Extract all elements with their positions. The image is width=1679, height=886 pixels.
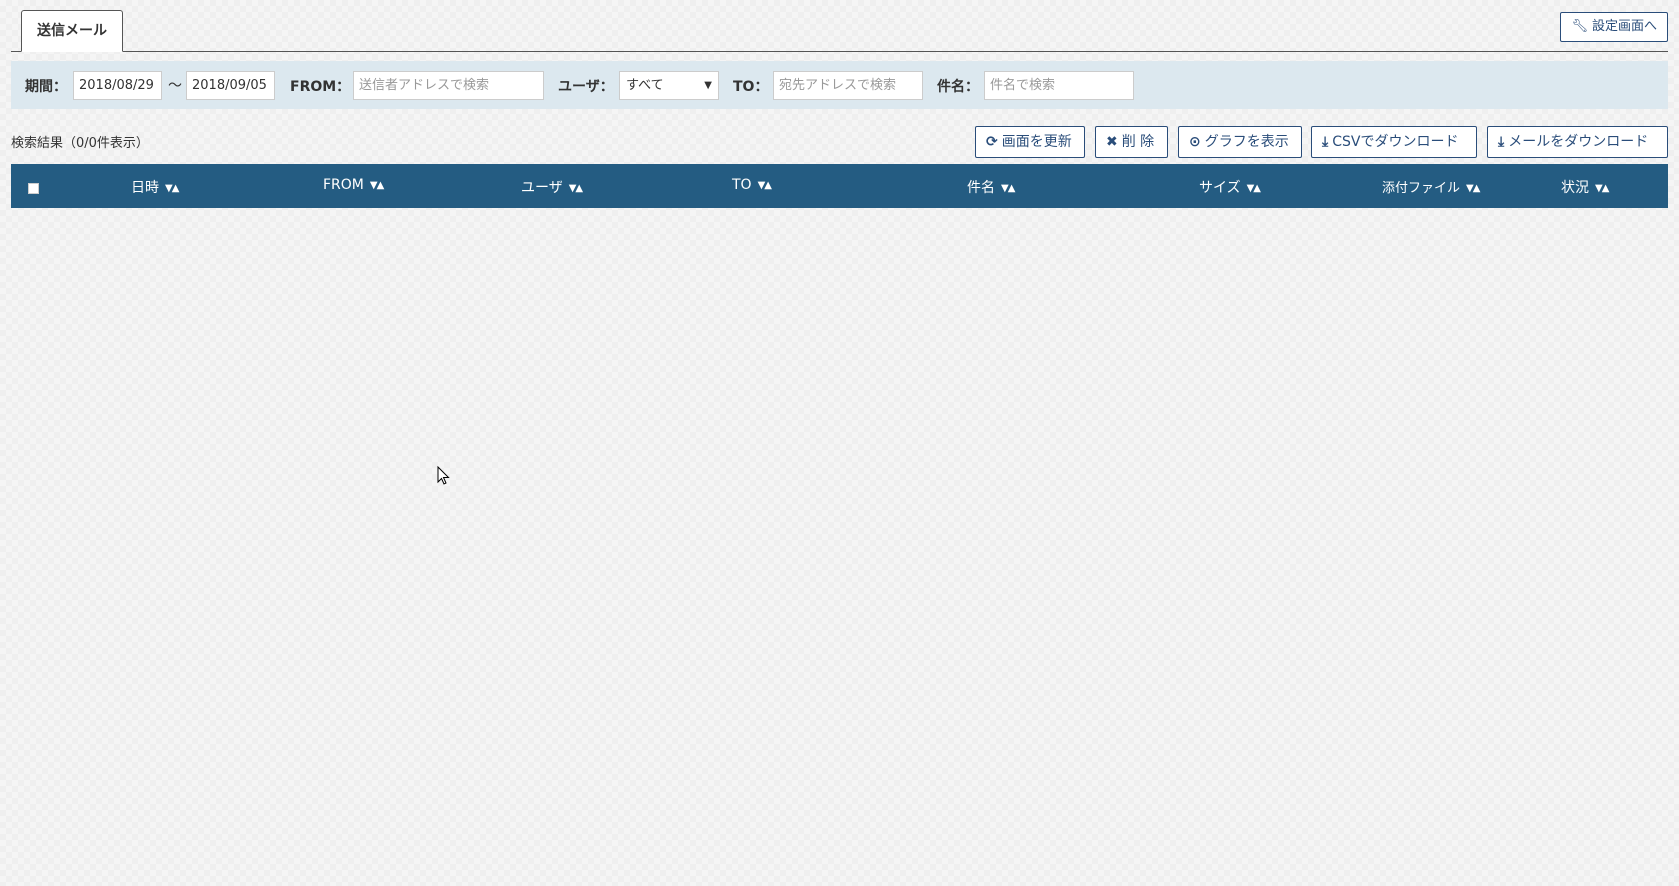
column-header-subject[interactable]: 件名 ▼▲ xyxy=(967,177,1015,197)
results-count: 検索結果（0/0件表示） xyxy=(11,136,149,151)
delete-button[interactable]: ✖ 削 除 xyxy=(1095,126,1168,158)
close-icon: ✖ xyxy=(1106,134,1118,150)
from-label: FROM： xyxy=(290,79,351,95)
show-graph-button[interactable]: ⊙ グラフを表示 xyxy=(1178,126,1302,158)
sort-icon[interactable]: ▼▲ xyxy=(758,180,772,191)
download-icon: ⤓ xyxy=(1322,134,1329,150)
column-label: TO xyxy=(732,177,752,193)
date-to-input[interactable] xyxy=(186,71,275,100)
subject-label: 件名： xyxy=(937,79,979,95)
show-graph-button-label: グラフを表示 xyxy=(1204,134,1289,150)
select-all-checkbox[interactable] xyxy=(28,183,39,194)
sort-icon[interactable]: ▼▲ xyxy=(165,183,179,194)
column-header-size[interactable]: サイズ ▼▲ xyxy=(1199,177,1261,197)
sort-icon[interactable]: ▼▲ xyxy=(1466,183,1480,194)
column-header-status[interactable]: 状況 ▼▲ xyxy=(1561,177,1609,197)
date-from-input[interactable] xyxy=(73,71,162,100)
delete-button-label: 削 除 xyxy=(1121,134,1155,150)
column-header-from[interactable]: FROM ▼▲ xyxy=(323,177,384,193)
refresh-icon: ⟳ xyxy=(986,134,998,150)
column-label: 日時 xyxy=(131,180,159,196)
column-header-to[interactable]: TO ▼▲ xyxy=(732,177,772,193)
table-header: 日時 ▼▲ FROM ▼▲ ユーザ ▼▲ TO ▼▲ 件名 ▼▲ サイズ ▼▲ 添付ファイル… xyxy=(11,164,1668,208)
column-label: 添付ファイル xyxy=(1382,181,1461,196)
mail-download-button-label: メールをダウンロード xyxy=(1508,134,1649,150)
settings-button[interactable]: 🔧︎ 設定画面へ xyxy=(1560,12,1668,42)
to-label: TO： xyxy=(733,79,769,95)
download-icon: ⤓ xyxy=(1498,134,1505,150)
tab-sent-mail[interactable]: 送信メール xyxy=(21,10,123,52)
column-header-datetime[interactable]: 日時 ▼▲ xyxy=(131,177,179,197)
refresh-button[interactable]: ⟳ 画面を更新 xyxy=(975,126,1085,158)
to-search-input[interactable] xyxy=(773,71,923,100)
period-label: 期間： xyxy=(25,79,67,95)
from-search-input[interactable] xyxy=(353,71,544,100)
column-label: 件名 xyxy=(967,180,995,196)
tab-bar: 送信メール 🔧︎ 設定画面へ xyxy=(11,10,1668,52)
column-label: FROM xyxy=(323,177,364,193)
column-header-attachment[interactable]: 添付ファイル ▼▲ xyxy=(1382,177,1480,196)
settings-button-label: 設定画面へ xyxy=(1591,19,1657,34)
refresh-button-label: 画面を更新 xyxy=(1001,134,1072,150)
user-select-value: すべて xyxy=(626,78,664,93)
mouse-cursor-icon xyxy=(437,466,450,485)
sort-icon[interactable]: ▼▲ xyxy=(370,180,384,191)
csv-download-button-label: CSVでダウンロード xyxy=(1332,134,1459,150)
subject-search-input[interactable] xyxy=(984,71,1134,100)
wrench-icon: 🔧︎ xyxy=(1571,19,1588,34)
mail-download-button[interactable]: ⤓ メールをダウンロード xyxy=(1487,126,1668,158)
column-label: 状況 xyxy=(1561,180,1589,196)
sort-icon[interactable]: ▼▲ xyxy=(1001,183,1015,194)
column-label: サイズ xyxy=(1199,180,1241,196)
user-select[interactable]: すべて ▼ xyxy=(619,71,719,100)
csv-download-button[interactable]: ⤓ CSVでダウンロード xyxy=(1311,126,1477,158)
column-header-user[interactable]: ユーザ ▼▲ xyxy=(521,177,583,197)
caret-down-icon: ▼ xyxy=(704,80,712,91)
date-separator: 〜 xyxy=(168,78,182,94)
circle-dot-icon: ⊙ xyxy=(1189,134,1201,150)
filter-bar: 期間： 〜 FROM： ユーザ： すべて ▼ TO： 件名： xyxy=(11,61,1668,109)
sort-icon[interactable]: ▼▲ xyxy=(569,183,583,194)
column-label: ユーザ xyxy=(521,180,563,196)
sort-icon[interactable]: ▼▲ xyxy=(1595,183,1609,194)
user-label: ユーザ： xyxy=(558,79,614,95)
sort-icon[interactable]: ▼▲ xyxy=(1247,183,1261,194)
